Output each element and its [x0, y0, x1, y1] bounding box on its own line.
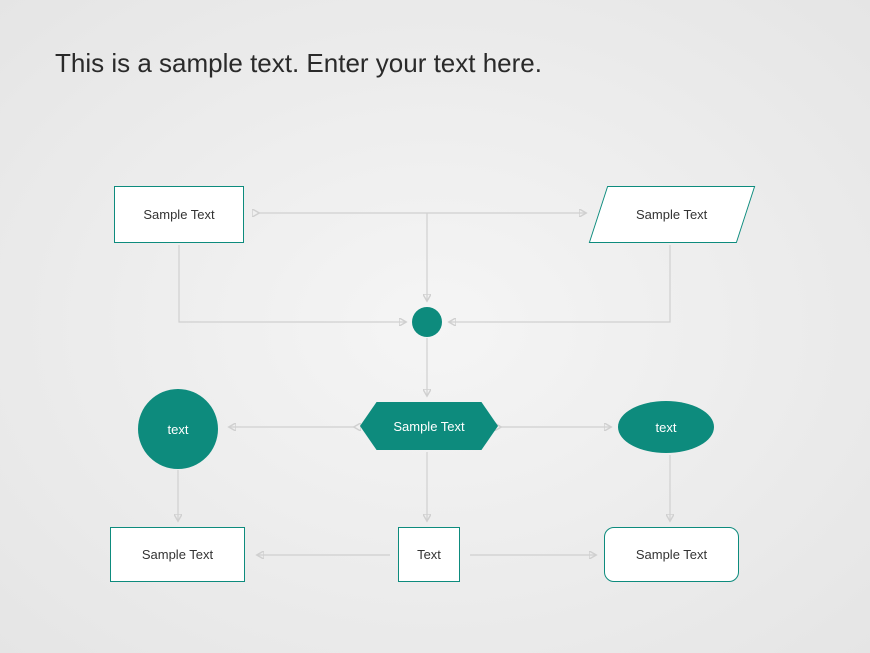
- node-label: text: [656, 420, 677, 435]
- slide-title: This is a sample text. Enter your text h…: [55, 48, 542, 79]
- io-parallelogram-top-right: Sample Text: [589, 186, 756, 243]
- hexagon-node-center: Sample Text: [360, 402, 498, 450]
- circle-node-left: text: [138, 389, 218, 469]
- node-label: text: [168, 422, 189, 437]
- rounded-box-bottom-right: Sample Text: [604, 527, 739, 582]
- process-box-bottom-mid: Text: [398, 527, 460, 582]
- node-label: Sample Text: [636, 207, 707, 222]
- process-box-bottom-left: Sample Text: [110, 527, 245, 582]
- ellipse-node-right: text: [618, 401, 714, 453]
- process-box-top-left: Sample Text: [114, 186, 244, 243]
- node-label: Sample Text: [636, 547, 707, 562]
- node-label: Sample Text: [142, 547, 213, 562]
- node-label: Text: [417, 547, 441, 562]
- connector-circle: [412, 307, 442, 337]
- node-label: Sample Text: [393, 419, 464, 434]
- node-label: Sample Text: [143, 207, 214, 222]
